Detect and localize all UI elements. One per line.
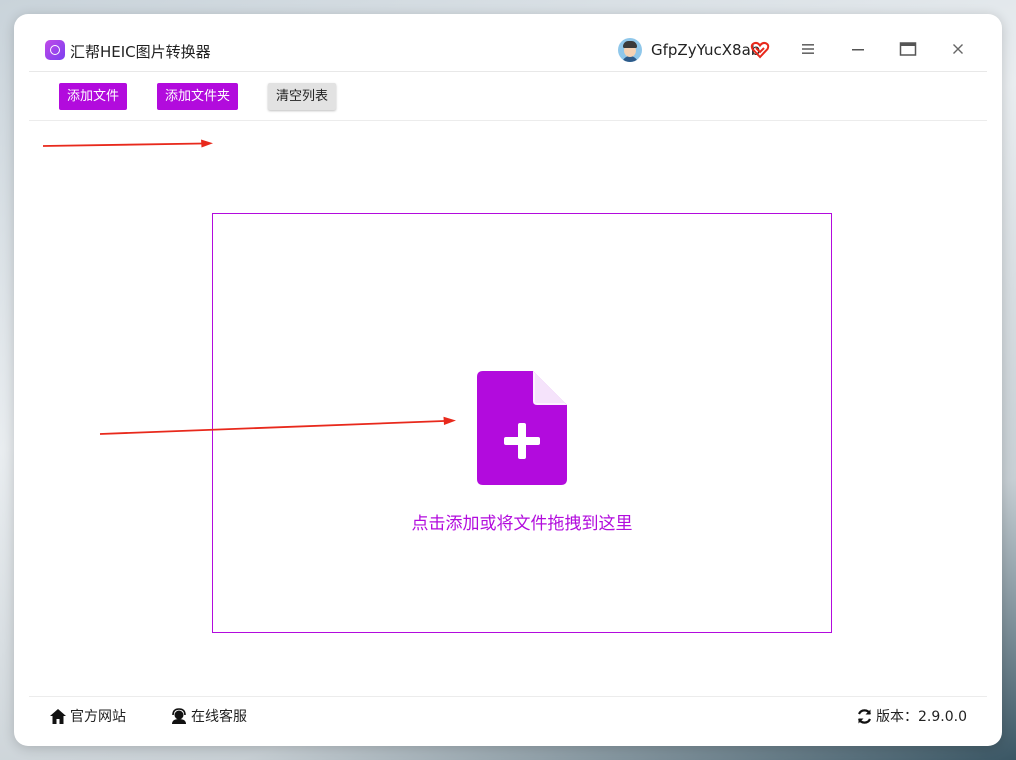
app-logo-icon	[45, 40, 65, 60]
version-label: 版本：2.9.0.0	[876, 709, 967, 725]
avatar[interactable]	[618, 38, 642, 62]
version-info[interactable]: 版本：2.9.0.0	[856, 706, 967, 726]
refresh-icon	[857, 708, 872, 724]
file-drop-zone[interactable]: 点击添加或将文件拖拽到这里	[212, 213, 832, 633]
window-content: 汇帮HEIC图片转换器 GfpZyYucX8ab 添加文件 添加文件夹 清空列表…	[29, 29, 987, 731]
add-folder-button[interactable]: 添加文件夹	[157, 83, 239, 110]
toolbar: 添加文件 添加文件夹 清空列表	[29, 72, 987, 121]
status-bar: 官方网站 在线客服 版本：2.9.0.0	[29, 696, 987, 732]
app-title: 汇帮HEIC图片转换器	[70, 43, 211, 61]
menu-icon[interactable]	[800, 41, 816, 57]
close-icon[interactable]	[950, 41, 966, 57]
clear-list-button[interactable]: 清空列表	[268, 83, 337, 110]
website-link[interactable]: 官方网站	[49, 706, 126, 726]
home-icon	[50, 708, 66, 724]
add-file-icon[interactable]	[477, 371, 567, 485]
drop-hint-text[interactable]: 点击添加或将文件拖拽到这里	[213, 509, 831, 534]
support-label: 在线客服	[191, 709, 247, 725]
support-link[interactable]: 在线客服	[170, 706, 247, 726]
support-agent-icon	[172, 707, 186, 724]
maximize-icon[interactable]	[899, 41, 917, 57]
minimize-icon[interactable]	[850, 41, 866, 57]
title-bar: 汇帮HEIC图片转换器 GfpZyYucX8ab	[29, 29, 987, 72]
website-label: 官方网站	[70, 709, 126, 725]
add-file-button[interactable]: 添加文件	[59, 83, 128, 110]
username[interactable]: GfpZyYucX8ab	[651, 41, 760, 59]
app-window: 汇帮HEIC图片转换器 GfpZyYucX8ab 添加文件 添加文件夹 清空列表…	[14, 14, 1002, 746]
vip-heart-icon[interactable]	[750, 40, 770, 60]
